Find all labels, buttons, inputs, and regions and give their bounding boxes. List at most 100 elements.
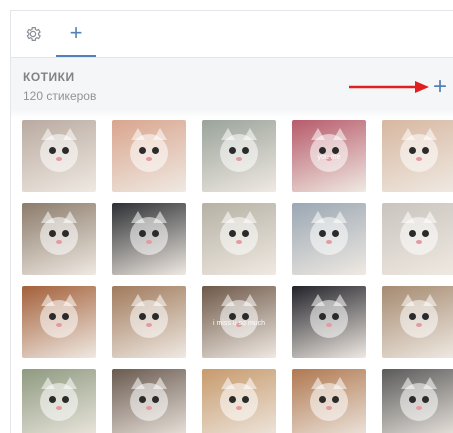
cat-eye (332, 147, 339, 154)
cat-eye (49, 147, 56, 154)
sticker-item[interactable] (382, 369, 453, 433)
cat-eye (409, 313, 416, 320)
cat-eye (242, 147, 249, 154)
sticker-item[interactable] (22, 286, 96, 358)
cat-face (310, 383, 348, 421)
sticker-caption: i miss u so much (212, 320, 266, 327)
cat-nose (56, 406, 62, 410)
cat-eye (332, 396, 339, 403)
sticker-item[interactable] (292, 203, 366, 275)
gear-icon (26, 27, 41, 41)
cat-face (220, 383, 258, 421)
cat-nose (326, 406, 332, 410)
cat-face (130, 217, 168, 255)
cat-eye (139, 313, 146, 320)
cat-nose (56, 240, 62, 244)
cat-eye (229, 396, 236, 403)
red-arrow-annotation (349, 81, 429, 93)
sticker-item[interactable] (292, 369, 366, 433)
cat-nose (416, 157, 422, 161)
sticker-item[interactable] (382, 120, 453, 192)
cat-eye (139, 147, 146, 154)
sticker-item[interactable] (112, 286, 186, 358)
sticker-item[interactable] (112, 203, 186, 275)
cat-eye (409, 147, 416, 154)
cat-face (220, 300, 258, 338)
sticker-item[interactable] (292, 286, 366, 358)
cat-eye (152, 147, 159, 154)
cat-eye (242, 230, 249, 237)
cat-face (40, 217, 78, 255)
cat-face (310, 134, 348, 172)
cat-eye (62, 313, 69, 320)
cat-face (310, 217, 348, 255)
sticker-item[interactable] (202, 369, 276, 433)
cat-eye (62, 147, 69, 154)
sticker-item[interactable] (202, 203, 276, 275)
cat-face (220, 217, 258, 255)
cat-face (400, 134, 438, 172)
cat-nose (416, 323, 422, 327)
cat-nose (146, 240, 152, 244)
cat-eye (242, 313, 249, 320)
cat-nose (326, 323, 332, 327)
sticker-item[interactable] (22, 203, 96, 275)
pack-header: КОТИКИ 120 стикеров + (11, 58, 453, 110)
cat-eye (139, 230, 146, 237)
sticker-settings-panel: + КОТИКИ 120 стикеров + you me i miss u s… (10, 10, 453, 433)
sticker-item[interactable] (202, 120, 276, 192)
cat-face (40, 300, 78, 338)
cat-nose (146, 157, 152, 161)
cat-eye (49, 396, 56, 403)
cat-eye (152, 313, 159, 320)
cat-face (400, 217, 438, 255)
cat-nose (146, 406, 152, 410)
cat-eye (332, 230, 339, 237)
cat-eye (422, 313, 429, 320)
cat-eye (409, 230, 416, 237)
cat-nose (236, 240, 242, 244)
tab-bar: + (11, 11, 453, 58)
cat-face (400, 383, 438, 421)
pack-sticker-count: 120 стикеров (23, 89, 97, 103)
cat-nose (56, 157, 62, 161)
sticker-item[interactable] (112, 369, 186, 433)
cat-face (310, 300, 348, 338)
sticker-item[interactable] (382, 203, 453, 275)
add-pack-button[interactable]: + (429, 73, 451, 100)
cat-eye (319, 313, 326, 320)
sticker-item[interactable] (22, 120, 96, 192)
scroll-fade (11, 110, 453, 118)
cat-face (40, 383, 78, 421)
cat-eye (49, 313, 56, 320)
cat-eye (229, 230, 236, 237)
cat-eye (319, 396, 326, 403)
cat-eye (422, 147, 429, 154)
cat-face (400, 300, 438, 338)
plus-icon: + (69, 20, 83, 45)
cat-face (40, 134, 78, 172)
cat-nose (236, 157, 242, 161)
cat-face (130, 383, 168, 421)
cat-face (220, 134, 258, 172)
cat-nose (56, 323, 62, 327)
sticker-item[interactable]: you me (292, 120, 366, 192)
sticker-item[interactable] (112, 120, 186, 192)
cat-eye (319, 147, 326, 154)
cat-face (130, 134, 168, 172)
cat-eye (139, 396, 146, 403)
cat-nose (146, 323, 152, 327)
cat-eye (242, 396, 249, 403)
sticker-item[interactable] (382, 286, 453, 358)
plus-icon: + (432, 73, 447, 100)
cat-nose (236, 406, 242, 410)
cat-eye (152, 396, 159, 403)
cat-nose (326, 240, 332, 244)
cat-nose (416, 240, 422, 244)
sticker-item[interactable]: i miss u so much (202, 286, 276, 358)
tab-add-pack[interactable]: + (56, 11, 96, 57)
cat-face (130, 300, 168, 338)
sticker-item[interactable] (22, 369, 96, 433)
tab-settings[interactable] (11, 11, 55, 57)
cat-eye (332, 313, 339, 320)
